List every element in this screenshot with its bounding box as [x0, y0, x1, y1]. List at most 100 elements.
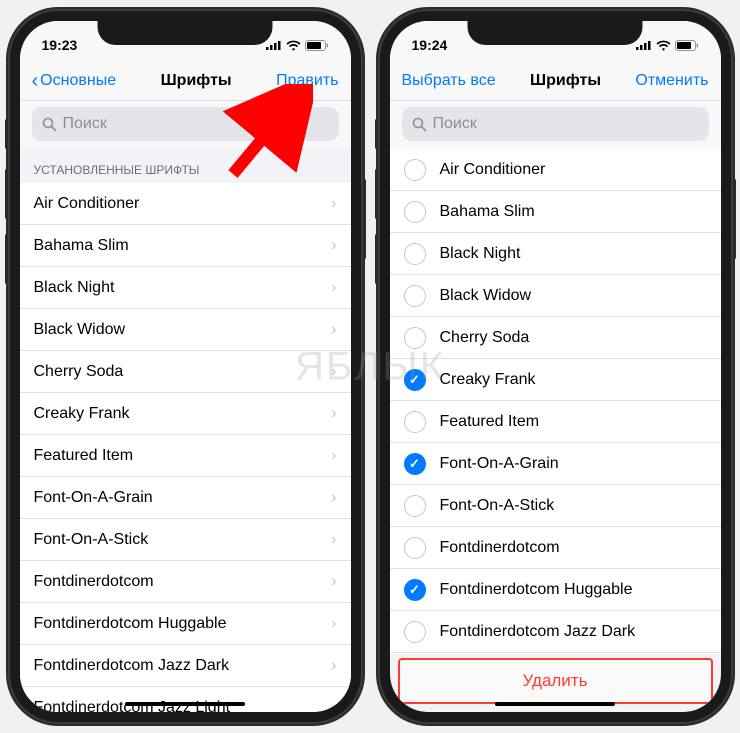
chevron-right-icon: › [331, 573, 336, 591]
empty-circle-icon[interactable] [404, 621, 426, 643]
font-label: Creaky Frank [34, 405, 332, 423]
font-row[interactable]: Font-On-A-Grain› [20, 477, 351, 519]
chevron-right-icon: › [331, 489, 336, 507]
checkmark-circle-icon[interactable]: ✓ [404, 453, 426, 475]
volume-up [5, 169, 8, 219]
font-row-selectable[interactable]: Fontdinerdotcom [390, 527, 721, 569]
chevron-right-icon: › [331, 279, 336, 297]
home-indicator[interactable] [495, 702, 615, 706]
font-row-selectable[interactable]: ✓ Creaky Frank [390, 359, 721, 401]
font-row[interactable]: Fontdinerdotcom Huggable› [20, 603, 351, 645]
chevron-right-icon: › [331, 657, 336, 675]
font-label: Font-On-A-Grain [34, 489, 332, 507]
empty-circle-icon[interactable] [404, 411, 426, 433]
font-row-selectable[interactable]: Cherry Soda [390, 317, 721, 359]
chevron-right-icon: › [331, 699, 336, 713]
nav-bar: Выбрать все Шрифты Отменить [390, 61, 721, 101]
power-button [363, 179, 366, 259]
empty-circle-icon[interactable] [404, 243, 426, 265]
font-row[interactable]: Fontdinerdotcom Jazz Dark› [20, 645, 351, 687]
section-header: УСТАНОВЛЕННЫЕ ШРИФТЫ [20, 149, 351, 183]
delete-button[interactable]: Удалить [398, 658, 713, 704]
font-row-selectable[interactable]: Font-On-A-Stick [390, 485, 721, 527]
font-row-selectable[interactable]: Fontdinerdotcom Jazz Dark [390, 611, 721, 653]
font-row[interactable]: Air Conditioner› [20, 183, 351, 225]
cancel-button[interactable]: Отменить [635, 72, 708, 90]
search-icon [42, 117, 57, 132]
wifi-icon [656, 40, 671, 51]
font-row-selectable[interactable]: Featured Item [390, 401, 721, 443]
battery-icon [305, 40, 329, 51]
empty-circle-icon[interactable] [404, 159, 426, 181]
chevron-right-icon: › [331, 195, 336, 213]
font-list[interactable]: Air Conditioner›Bahama Slim›Black Night›… [20, 183, 351, 712]
chevron-right-icon: › [331, 615, 336, 633]
mute-switch [375, 119, 378, 149]
font-row[interactable]: Featured Item› [20, 435, 351, 477]
select-all-button[interactable]: Выбрать все [402, 72, 496, 90]
font-row-selectable[interactable]: Air Conditioner [390, 149, 721, 191]
font-row-selectable[interactable]: ✓Fontdinerdotcom Jazz Light [390, 653, 721, 654]
font-list-edit[interactable]: Air Conditioner Bahama Slim Black Night Bla… [390, 149, 721, 654]
empty-circle-icon[interactable] [404, 537, 426, 559]
empty-circle-icon[interactable] [404, 327, 426, 349]
home-indicator[interactable] [125, 702, 245, 706]
font-label: Air Conditioner [34, 195, 332, 213]
font-label: Black Widow [34, 321, 332, 339]
font-label: Font-On-A-Stick [440, 497, 707, 515]
wifi-icon [286, 40, 301, 51]
font-label: Fontdinerdotcom Jazz Dark [34, 657, 332, 675]
mute-switch [5, 119, 8, 149]
status-time: 19:23 [42, 37, 78, 53]
font-row-selectable[interactable]: Bahama Slim [390, 191, 721, 233]
font-label: Black Night [34, 279, 332, 297]
volume-down [375, 234, 378, 284]
volume-down [5, 234, 8, 284]
font-label: Black Widow [440, 287, 707, 305]
font-label: Fontdinerdotcom Jazz Dark [440, 623, 707, 641]
font-label: Font-On-A-Stick [34, 531, 332, 549]
font-label: Creaky Frank [440, 371, 707, 389]
font-label: Air Conditioner [440, 161, 707, 179]
back-button[interactable]: ‹ Основные [32, 71, 117, 91]
font-row[interactable]: Fontdinerdotcom Jazz Light› [20, 687, 351, 712]
notch [98, 21, 273, 45]
font-label: Fontdinerdotcom [34, 573, 332, 591]
phone-left: 19:23 ‹ Основные Шрифты Править Поиск УС… [8, 9, 363, 724]
empty-circle-icon[interactable] [404, 201, 426, 223]
edit-button[interactable]: Править [276, 72, 338, 90]
font-row[interactable]: Black Widow› [20, 309, 351, 351]
checkmark-circle-icon[interactable]: ✓ [404, 579, 426, 601]
font-row[interactable]: Font-On-A-Stick› [20, 519, 351, 561]
font-row[interactable]: Bahama Slim› [20, 225, 351, 267]
font-label: Fontdinerdotcom Huggable [34, 615, 332, 633]
font-label: Black Night [440, 245, 707, 263]
nav-bar: ‹ Основные Шрифты Править [20, 61, 351, 101]
phone-right: 19:24 Выбрать все Шрифты Отменить Поиск … [378, 9, 733, 724]
battery-icon [675, 40, 699, 51]
font-row-selectable[interactable]: ✓ Font-On-A-Grain [390, 443, 721, 485]
font-label: Font-On-A-Grain [440, 455, 707, 473]
search-input[interactable]: Поиск [402, 107, 709, 141]
empty-circle-icon[interactable] [404, 285, 426, 307]
chevron-right-icon: › [331, 321, 336, 339]
nav-title: Шрифты [161, 72, 232, 90]
power-button [733, 179, 736, 259]
font-label: Fontdinerdotcom [440, 539, 707, 557]
empty-circle-icon[interactable] [404, 495, 426, 517]
font-row[interactable]: Fontdinerdotcom› [20, 561, 351, 603]
font-row-selectable[interactable]: Black Widow [390, 275, 721, 317]
chevron-right-icon: › [331, 531, 336, 549]
font-row[interactable]: Black Night› [20, 267, 351, 309]
font-row-selectable[interactable]: ✓Fontdinerdotcom Huggable [390, 569, 721, 611]
status-right [266, 40, 329, 51]
search-placeholder: Поиск [63, 115, 107, 133]
font-row[interactable]: Creaky Frank› [20, 393, 351, 435]
checkmark-circle-icon[interactable]: ✓ [404, 369, 426, 391]
search-wrap: Поиск [20, 101, 351, 149]
font-row[interactable]: Cherry Soda› [20, 351, 351, 393]
search-icon [412, 117, 427, 132]
search-input[interactable]: Поиск [32, 107, 339, 141]
signal-icon [266, 40, 282, 50]
font-row-selectable[interactable]: Black Night [390, 233, 721, 275]
